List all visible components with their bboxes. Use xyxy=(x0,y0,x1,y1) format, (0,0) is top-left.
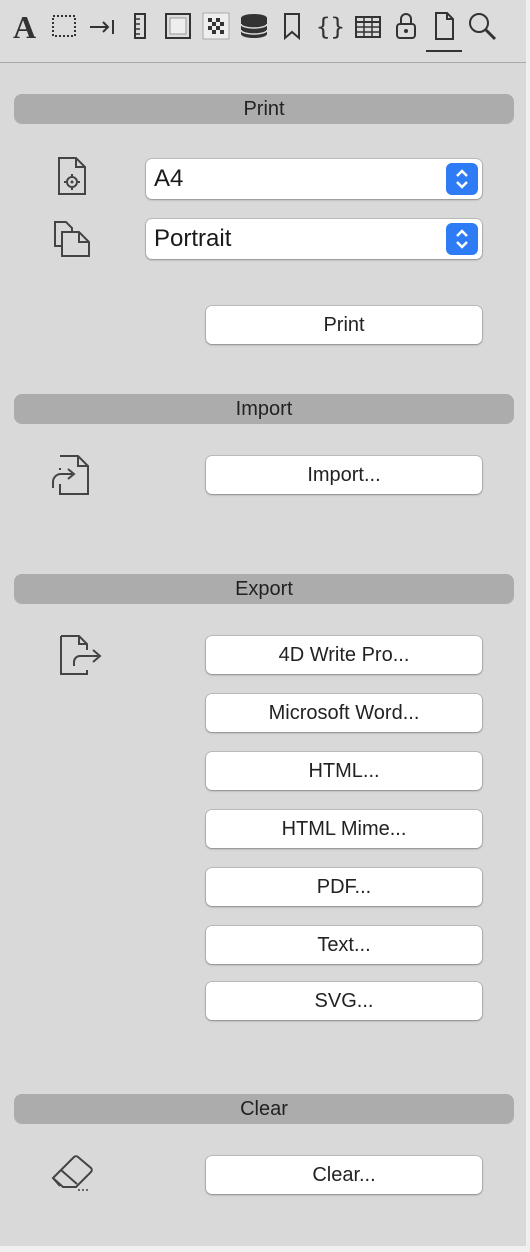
database-icon[interactable] xyxy=(236,10,272,54)
font-icon[interactable]: A xyxy=(8,10,44,54)
tab-icon[interactable] xyxy=(84,10,120,54)
document-panel: A {} Print A4 Portrait Print Import Impo… xyxy=(0,0,526,1246)
export-text-button[interactable]: Text... xyxy=(206,926,482,964)
chevron-updown-icon xyxy=(446,163,478,195)
bookmark-icon[interactable] xyxy=(274,10,310,54)
import-icon xyxy=(50,454,94,496)
import-section-header: Import xyxy=(14,394,514,424)
lock-icon[interactable] xyxy=(388,10,424,54)
export-pdf-button[interactable]: PDF... xyxy=(206,868,482,906)
export-word-button[interactable]: Microsoft Word... xyxy=(206,694,482,732)
export-html-button[interactable]: HTML... xyxy=(206,752,482,790)
clear-button[interactable]: Clear... xyxy=(206,1156,482,1194)
document-icon[interactable] xyxy=(426,10,462,52)
ruler-icon[interactable] xyxy=(122,10,158,54)
export-svg-button[interactable]: SVG... xyxy=(206,982,482,1020)
export-section-header: Export xyxy=(14,574,514,604)
svg-text:A: A xyxy=(13,10,36,42)
page-setup-icon xyxy=(54,156,90,196)
paper-size-select[interactable]: A4 xyxy=(146,159,482,199)
export-4dwp-button[interactable]: 4D Write Pro... xyxy=(206,636,482,674)
eraser-icon xyxy=(50,1150,96,1192)
search-icon[interactable] xyxy=(464,10,500,54)
svg-text:{}: {} xyxy=(316,13,345,41)
import-button[interactable]: Import... xyxy=(206,456,482,494)
print-button[interactable]: Print xyxy=(206,306,482,344)
braces-icon[interactable]: {} xyxy=(312,10,348,54)
checker-icon[interactable] xyxy=(198,10,234,54)
clear-section-header: Clear xyxy=(14,1094,514,1124)
chevron-updown-icon xyxy=(446,223,478,255)
toolbar: A {} xyxy=(0,0,526,63)
paper-size-value: A4 xyxy=(154,165,184,192)
orientation-select[interactable]: Portrait xyxy=(146,219,482,259)
print-section-header: Print xyxy=(14,94,514,124)
table-icon[interactable] xyxy=(350,10,386,54)
export-icon xyxy=(58,634,108,676)
export-html-mime-button[interactable]: HTML Mime... xyxy=(206,810,482,848)
frame-icon[interactable] xyxy=(46,10,82,54)
orientation-value: Portrait xyxy=(154,225,232,252)
orientation-icon xyxy=(52,220,92,260)
background-icon[interactable] xyxy=(160,10,196,54)
